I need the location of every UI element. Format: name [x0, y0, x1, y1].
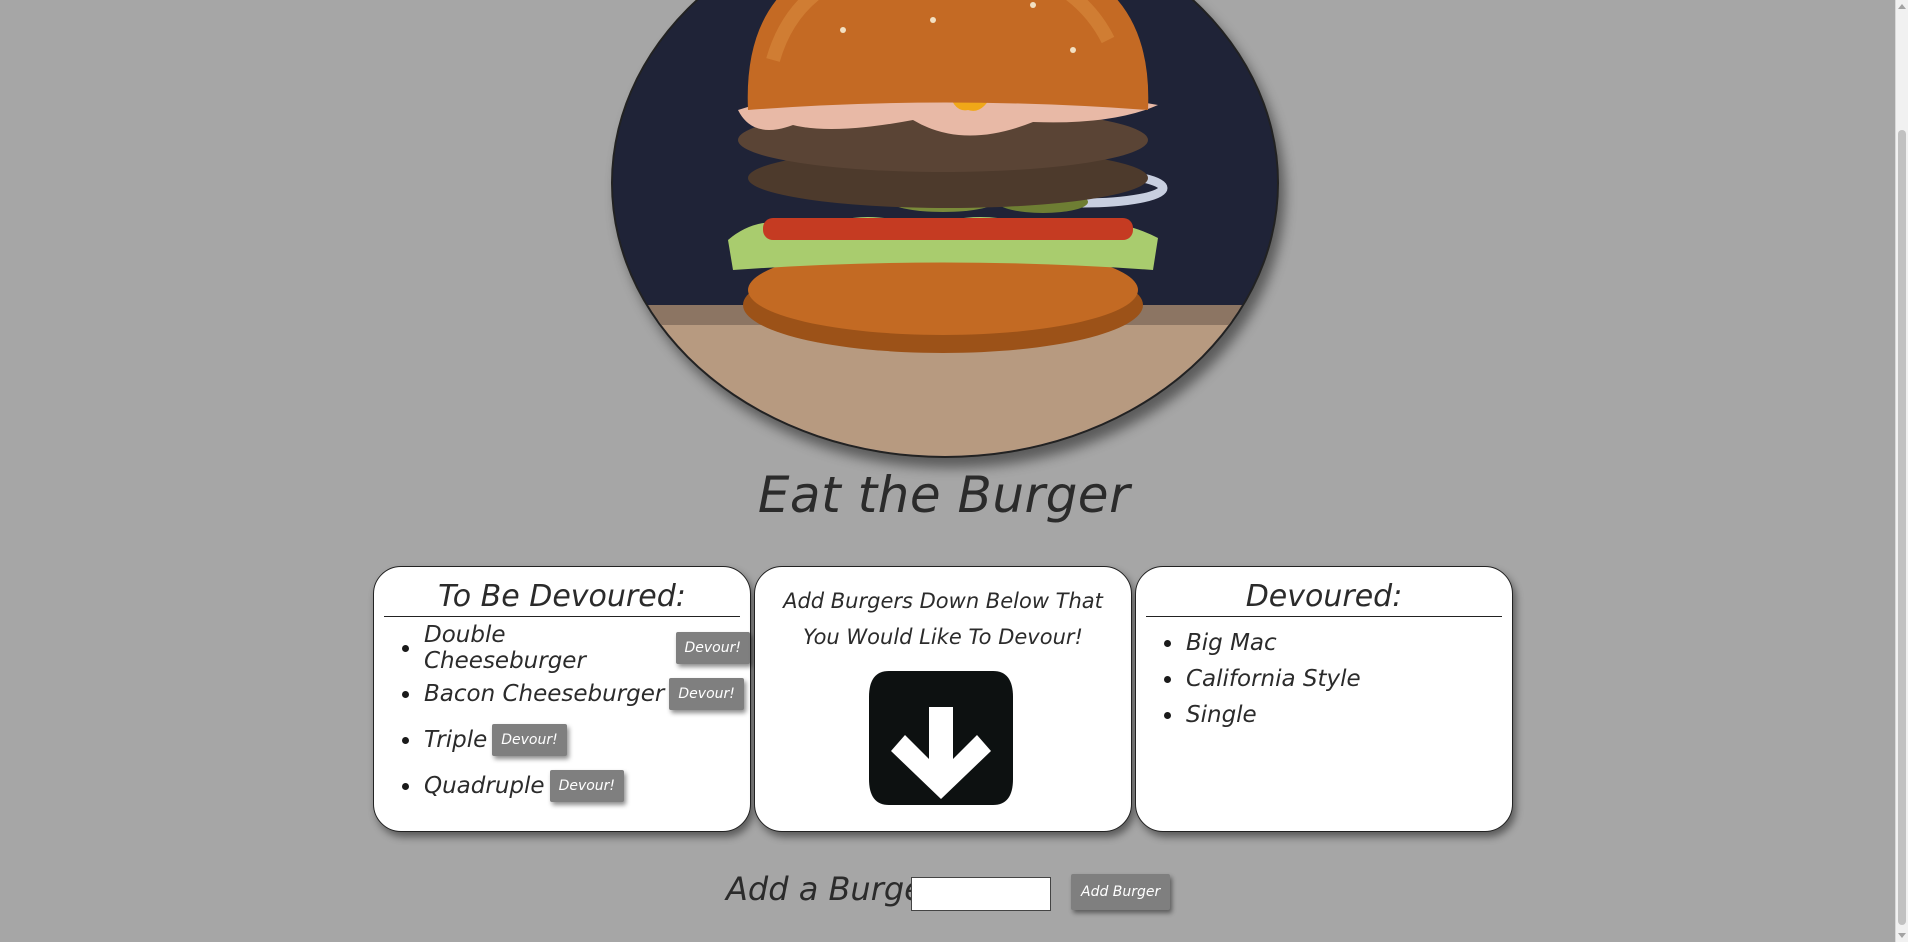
arrow-down-icon [869, 667, 1013, 809]
burger-image [611, 0, 1279, 458]
cards-row: To Be Devoured: Double Cheeseburger Devo… [373, 566, 1515, 836]
burger-name: Double Cheeseburger [424, 622, 586, 674]
add-burger-button[interactable]: Add Burger [1071, 874, 1171, 910]
scroll-down-icon[interactable] [1898, 933, 1906, 938]
list-item: Quadruple Devour! [402, 763, 750, 809]
list-item: Triple Devour! [402, 717, 750, 763]
to-be-devoured-card: To Be Devoured: Double Cheeseburger Devo… [373, 566, 751, 832]
devour-button[interactable]: Devour! [669, 678, 744, 710]
to-be-devoured-list: Double Cheeseburger Devour! Bacon Cheese… [374, 622, 750, 809]
burger-name: California Style [1186, 666, 1361, 692]
burger-name: Triple [424, 727, 488, 753]
burger-name: Big Mac [1186, 630, 1277, 656]
burger-name: Bacon Cheeseburger [424, 681, 665, 707]
burger-photo-icon [613, 0, 1277, 456]
list-item: California Style [1164, 661, 1512, 697]
devoured-card: Devoured: Big Mac California Style Singl… [1135, 566, 1513, 832]
page: Eat the Burger To Be Devoured: Double Ch… [0, 0, 1908, 942]
scroll-up-icon[interactable] [1898, 4, 1906, 9]
page-title: Eat the Burger [757, 466, 1131, 524]
list-item: Single [1164, 697, 1512, 733]
list-item: Big Mac [1164, 625, 1512, 661]
list-item: Bacon Cheeseburger Devour! [402, 671, 750, 717]
instructions-card: Add Burgers Down Below That You Would Li… [754, 566, 1132, 832]
to-be-devoured-heading: To Be Devoured: [384, 579, 740, 617]
devoured-list: Big Mac California Style Single [1136, 625, 1512, 733]
devoured-heading: Devoured: [1146, 579, 1502, 617]
burger-name-input[interactable] [911, 877, 1051, 911]
vertical-scrollbar[interactable] [1895, 0, 1908, 942]
devour-button[interactable]: Devour! [492, 724, 567, 756]
devour-button[interactable]: Devour! [675, 632, 750, 664]
burger-name: Single [1186, 702, 1257, 728]
devour-button[interactable]: Devour! [549, 770, 625, 802]
burger-name: Quadruple [424, 773, 545, 799]
instructions-text: Add Burgers Down Below That You Would Li… [783, 589, 1103, 649]
add-burger-form: Add a Burger: Add Burger [0, 870, 1908, 920]
scroll-thumb[interactable] [1898, 130, 1906, 925]
list-item: Double Cheeseburger Devour! [402, 622, 750, 674]
